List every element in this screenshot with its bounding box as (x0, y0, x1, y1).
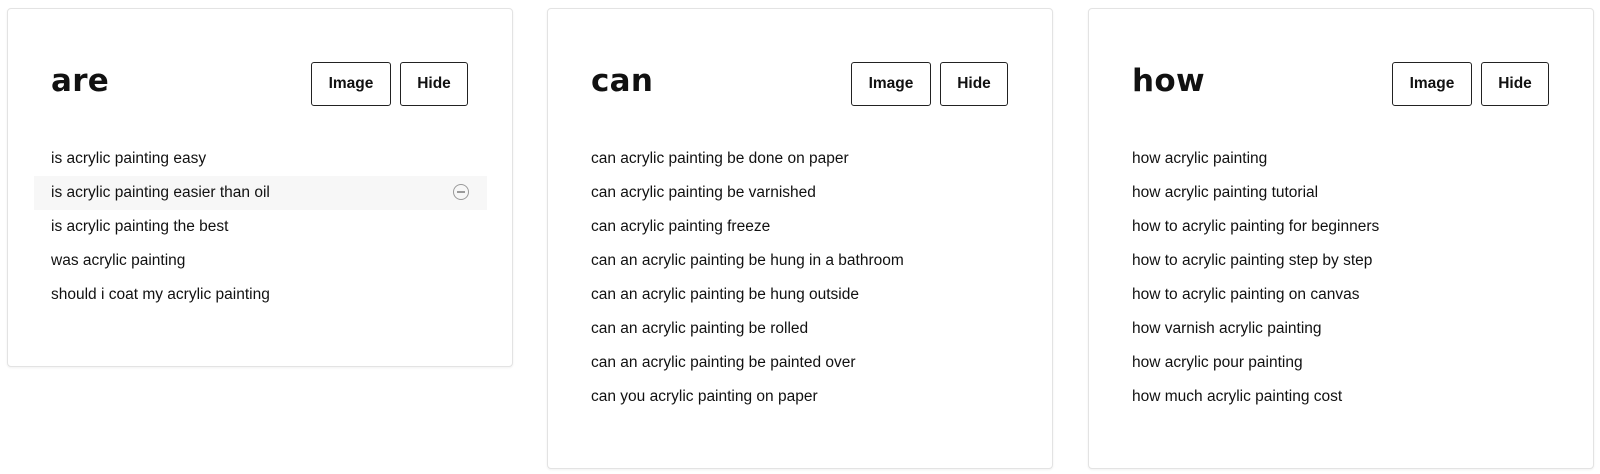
suggestion-item[interactable]: how much acrylic painting cost (1115, 380, 1568, 414)
suggestion-item[interactable]: can an acrylic painting be rolled (574, 312, 1027, 346)
remove-icon[interactable] (453, 184, 469, 200)
suggestion-item[interactable]: can an acrylic painting be hung in a bat… (574, 244, 1027, 278)
card-are: are Image Hide is acrylic painting easy … (7, 8, 513, 367)
suggestion-item[interactable]: is acrylic painting easier than oil (34, 176, 487, 210)
card-title: are (51, 63, 110, 99)
suggestion-item[interactable]: was acrylic painting (34, 244, 487, 278)
suggestion-list: is acrylic painting easy is acrylic pain… (34, 142, 487, 312)
suggestion-item[interactable]: how acrylic pour painting (1115, 346, 1568, 380)
suggestion-item[interactable]: how acrylic painting tutorial (1115, 176, 1568, 210)
suggestion-item[interactable]: can an acrylic painting be hung outside (574, 278, 1027, 312)
suggestion-label: is acrylic painting easier than oil (51, 184, 270, 201)
suggestion-item[interactable]: how varnish acrylic painting (1115, 312, 1568, 346)
suggestion-item[interactable]: should i coat my acrylic painting (34, 278, 487, 312)
suggestion-item[interactable]: can acrylic painting be varnished (574, 176, 1027, 210)
hide-button[interactable]: Hide (940, 62, 1008, 106)
image-button[interactable]: Image (851, 62, 931, 106)
suggestion-item[interactable]: is acrylic painting easy (34, 142, 487, 176)
image-button[interactable]: Image (311, 62, 391, 106)
suggestion-item[interactable]: is acrylic painting the best (34, 210, 487, 244)
hide-button[interactable]: Hide (1481, 62, 1549, 106)
suggestion-list: can acrylic painting be done on paper ca… (574, 142, 1027, 414)
suggestion-item[interactable]: can acrylic painting be done on paper (574, 142, 1027, 176)
card-title: can (591, 63, 654, 99)
suggestion-item[interactable]: how to acrylic painting step by step (1115, 244, 1568, 278)
card-how: how Image Hide how acrylic painting how … (1088, 8, 1594, 469)
suggestion-list: how acrylic painting how acrylic paintin… (1115, 142, 1568, 414)
suggestion-item[interactable]: can an acrylic painting be painted over (574, 346, 1027, 380)
suggestion-item[interactable]: can acrylic painting freeze (574, 210, 1027, 244)
suggestion-item[interactable]: how to acrylic painting on canvas (1115, 278, 1568, 312)
hide-button[interactable]: Hide (400, 62, 468, 106)
suggestion-item[interactable]: how acrylic painting (1115, 142, 1568, 176)
image-button[interactable]: Image (1392, 62, 1472, 106)
card-can: can Image Hide can acrylic painting be d… (547, 8, 1053, 469)
suggestion-item[interactable]: how to acrylic painting for beginners (1115, 210, 1568, 244)
suggestion-item[interactable]: can you acrylic painting on paper (574, 380, 1027, 414)
card-title: how (1132, 63, 1205, 99)
